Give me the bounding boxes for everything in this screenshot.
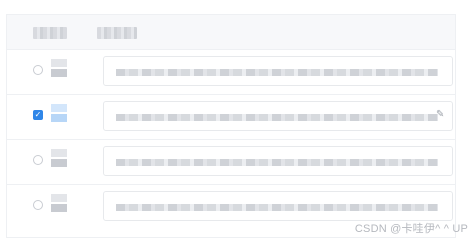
row-id-cell [51,104,67,124]
data-table: ✓ ✎ [6,14,456,238]
row-text-input[interactable] [103,146,453,176]
table-row: ✓ ✎ [7,95,455,140]
checkmark-icon: ✓ [34,110,42,119]
row-radio[interactable] [33,65,43,75]
table-row [7,140,455,185]
pencil-icon[interactable]: ✎ [436,109,448,121]
input-value [116,204,438,211]
input-value [116,69,438,76]
row-text-input[interactable] [103,191,453,221]
row-checkbox-checked[interactable]: ✓ [33,110,43,120]
row-text-input[interactable] [103,56,453,86]
row-radio[interactable] [33,200,43,210]
row-text-input[interactable]: ✎ [103,101,453,131]
input-value [116,159,438,166]
row-radio[interactable] [33,155,43,165]
table-row [7,50,455,95]
table-header [7,15,455,50]
row-id-cell [51,194,67,214]
header-cell-1 [33,27,67,39]
input-value [116,114,438,121]
header-cell-2 [97,27,137,39]
row-id-cell [51,59,67,79]
watermark: CSDN @卡哇伊^ ^ UP [354,223,468,235]
row-id-cell [51,149,67,169]
